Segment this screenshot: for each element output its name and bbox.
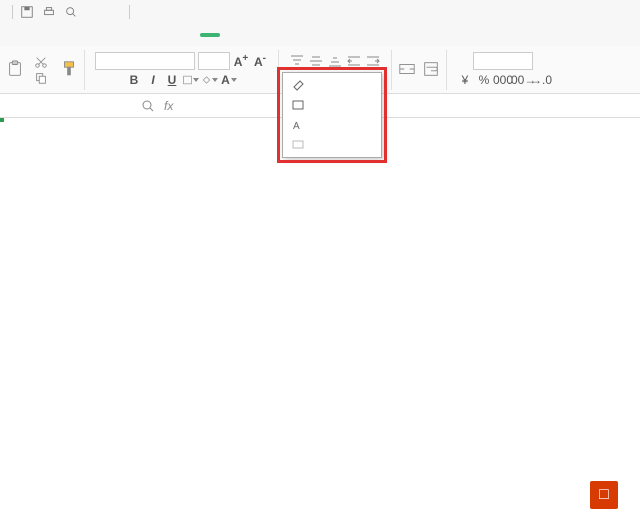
redo-icon[interactable] [107,4,123,20]
svg-text:A: A [293,121,300,132]
separator [129,5,130,19]
merge-icon [398,60,416,78]
undo-icon[interactable] [85,4,101,20]
clear-content-icon: A [291,118,305,132]
clear-format-item[interactable] [283,95,381,115]
clear-menu-popup: A [282,72,382,158]
font-name-select[interactable] [95,52,195,70]
clear-comment-item [283,135,381,155]
merge-center-button[interactable] [398,60,416,79]
separator [391,50,392,90]
align-top-icon[interactable] [289,53,305,69]
clear-content-item[interactable]: A [283,115,381,135]
zoom-icon[interactable] [140,98,156,114]
separator [446,50,447,90]
border-button[interactable] [183,72,199,88]
separator [84,50,85,90]
underline-button[interactable]: U [164,72,180,88]
fx-label: fx [164,99,173,113]
font-color-button[interactable]: A [221,72,237,88]
clear-comment-icon [291,138,305,152]
preview-icon[interactable] [63,4,79,20]
scissors-icon [34,55,48,69]
ribbon-tabs [0,24,640,46]
decrease-decimal-icon[interactable]: →.0 [533,72,549,88]
clear-all-item[interactable] [283,75,381,95]
copy-icon [34,71,48,85]
cut-button[interactable] [34,55,50,69]
italic-button[interactable]: I [145,72,161,88]
increase-decimal-icon[interactable]: .00→ [514,72,530,88]
decrease-font-icon[interactable]: A- [252,53,268,69]
tab-start[interactable] [200,33,220,37]
indent-right-icon[interactable] [365,53,381,69]
wrap-icon [422,60,440,78]
align-bottom-icon[interactable] [327,53,343,69]
clear-all-icon [291,78,305,92]
bold-button[interactable]: B [126,72,142,88]
clipboard-icon [6,60,24,78]
quick-access-bar [0,0,640,24]
copy-button[interactable] [34,71,50,85]
print-icon[interactable] [41,4,57,20]
currency-icon[interactable]: ¥ [457,72,473,88]
format-painter-button[interactable] [60,60,78,79]
percent-icon[interactable]: % [476,72,492,88]
fill-color-button[interactable] [202,72,218,88]
wrap-text-button[interactable] [422,60,440,79]
align-middle-icon[interactable] [308,53,324,69]
watermark: □ [590,481,630,509]
brush-icon [60,60,78,78]
separator [278,50,279,90]
watermark-logo-icon: □ [590,481,618,509]
selection-outline [0,118,4,122]
separator [12,5,13,19]
increase-font-icon[interactable]: A+ [233,53,249,69]
indent-left-icon[interactable] [346,53,362,69]
number-format-select[interactable] [473,52,533,70]
save-icon[interactable] [19,4,35,20]
font-size-select[interactable] [198,52,230,70]
paste-button[interactable] [6,60,24,79]
clear-format-icon [291,98,305,112]
